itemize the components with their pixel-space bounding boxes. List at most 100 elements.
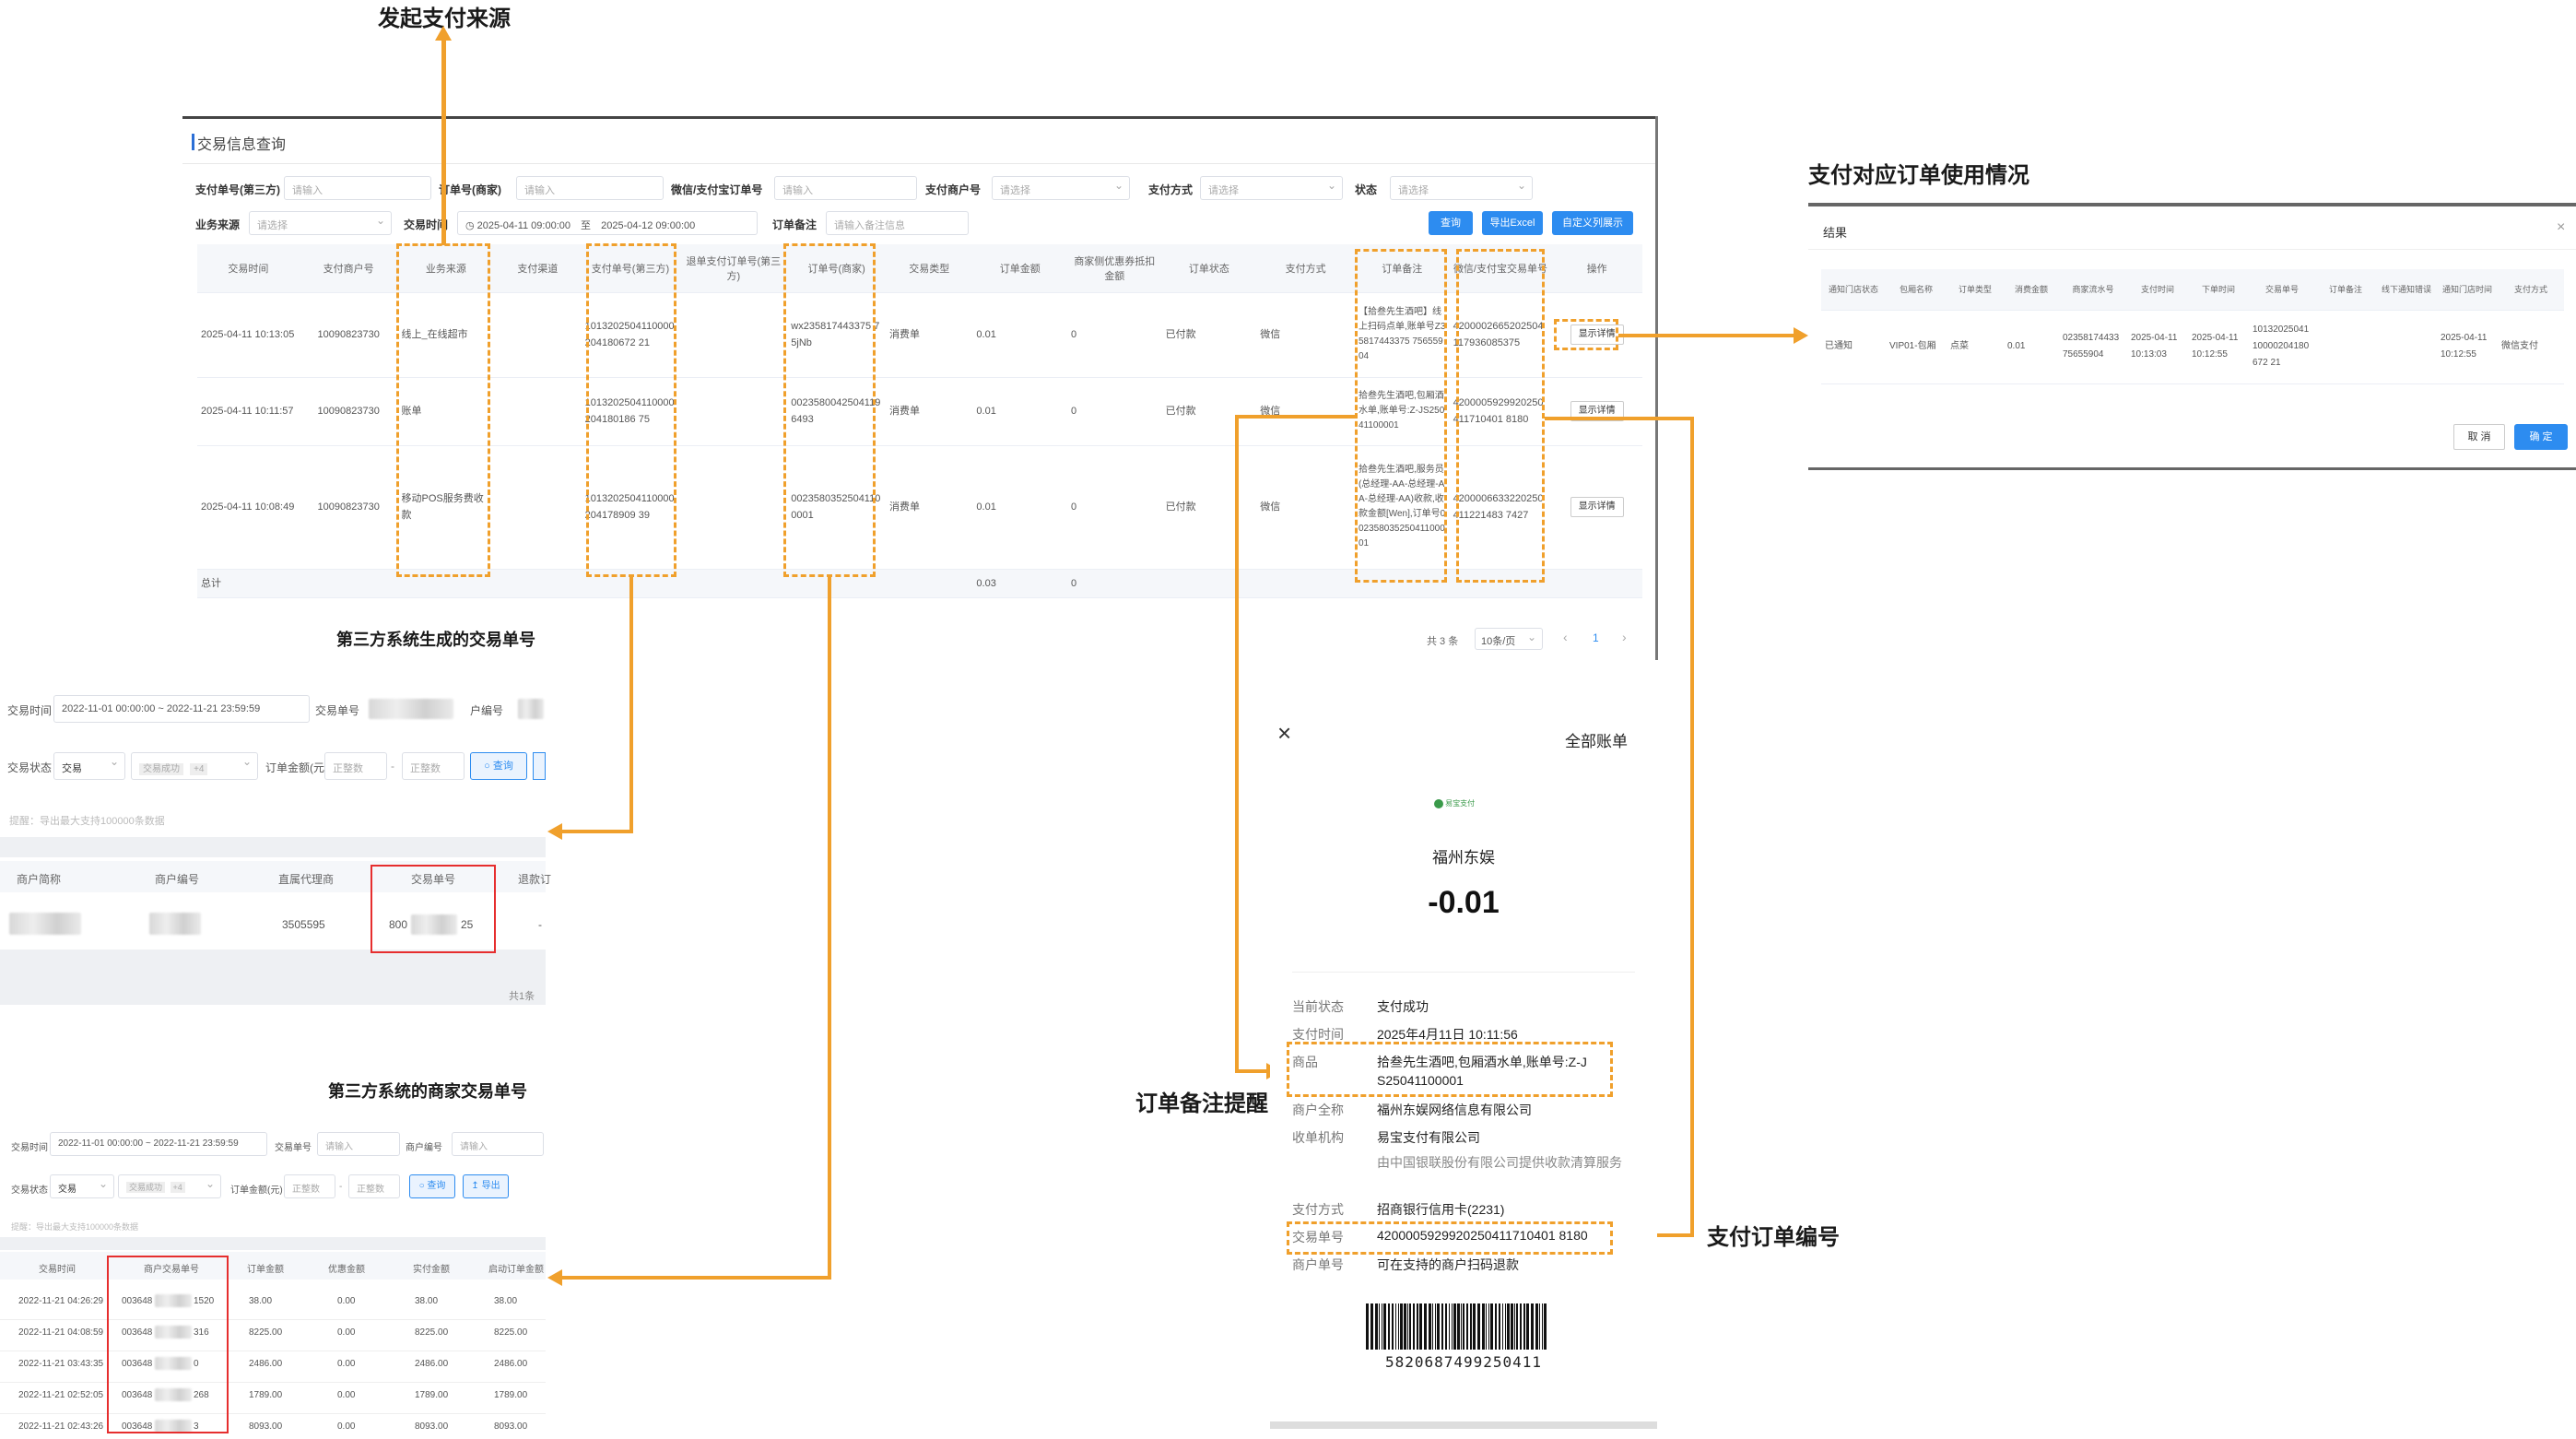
all-bills-link[interactable]: 全部账单 <box>1565 728 1628 751</box>
tp2-amount-sep: - <box>339 1182 343 1192</box>
merchant-select[interactable]: 请选择 <box>992 176 1130 200</box>
wx-no-input[interactable]: 请输入 <box>774 176 917 200</box>
barcode-bar <box>1544 1303 1547 1350</box>
connector-remark-h2 <box>1235 1069 1266 1073</box>
tp2-query-button[interactable]: ○ 查询 <box>409 1174 455 1198</box>
tp2-time-label: 交易时间 <box>11 1143 48 1153</box>
tp2-amount-min[interactable]: 正整数 <box>284 1174 335 1198</box>
col-header: 通知门店时间 <box>2437 269 2498 311</box>
order-no-input[interactable]: 请输入 <box>516 176 664 200</box>
col-header: 直属代理商 <box>278 873 335 886</box>
field-value: 2025年4月11日 10:11:56 <box>1377 1027 1518 1042</box>
pay-method-select[interactable]: 请选择 <box>1200 176 1343 200</box>
cell-paid: 38.00 <box>415 1296 439 1306</box>
status-select[interactable]: 请选择 <box>1390 176 1533 200</box>
cell-start-amount: 2486.00 <box>494 1359 528 1369</box>
third-party-merchant-panel: 交易时间 2022-11-01 00:00:00 ~ 2022-11-21 23… <box>0 1106 546 1439</box>
remark-input[interactable]: 请输入备注信息 <box>826 211 969 235</box>
barcode-bar <box>1375 1303 1378 1350</box>
barcode-bar <box>1461 1303 1462 1350</box>
cell-start-amount: 1789.00 <box>494 1390 528 1400</box>
tp2-type-select[interactable]: 交易成功 +4 <box>118 1174 221 1198</box>
result-header: 通知门店状态 包厢名称 订单类型 消费金额 商家流水号 支付时间 下单时间 交易… <box>1821 269 2564 311</box>
tp1-refund-cell: - <box>538 918 542 931</box>
close-icon[interactable]: × <box>1277 721 1291 745</box>
col-header: 优惠金额 <box>328 1265 365 1275</box>
page-size-select[interactable]: 10条/页 <box>1475 628 1543 650</box>
barcode-bar <box>1413 1303 1415 1350</box>
col-header: 订单金额 <box>972 244 1068 293</box>
cell-method: 微信 <box>1256 292 1355 378</box>
tp1-merchant-id-blurred <box>149 913 201 935</box>
merchant-label: 支付商户号 <box>925 183 982 196</box>
barcode-bar <box>1409 1303 1411 1350</box>
define-columns-button[interactable]: 自定义列展示 <box>1552 211 1633 235</box>
export-excel-button[interactable]: 导出Excel <box>1482 211 1543 235</box>
close-icon[interactable]: × <box>2557 219 2565 236</box>
connector-orderno-h <box>562 1276 831 1280</box>
tp2-export-button[interactable]: ↥ 导出 <box>463 1174 509 1198</box>
cell-refund <box>679 292 788 378</box>
highlight-payno-column <box>586 243 676 577</box>
col-header: 支付渠道 <box>494 244 582 293</box>
show-detail-button[interactable]: 显示详情 <box>1570 497 1624 517</box>
tp1-export-button[interactable] <box>533 752 546 780</box>
ok-button[interactable]: 确 定 <box>2514 424 2568 450</box>
barcode-bar <box>1388 1303 1390 1350</box>
barcode-bar <box>1453 1303 1456 1350</box>
field-value: 福州东娱网络信息有限公司 <box>1377 1103 1532 1117</box>
source-select[interactable]: 请选择 <box>249 211 392 235</box>
barcode-bar <box>1531 1303 1534 1350</box>
tp2-amount-label: 订单金额(元) <box>230 1185 283 1196</box>
tp2-time-input[interactable]: 2022-11-01 00:00:00 ~ 2022-11-21 23:59:5… <box>50 1132 267 1156</box>
tp1-amount-min[interactable]: 正整数 <box>324 752 387 780</box>
barcode-bar <box>1516 1303 1518 1350</box>
cancel-button[interactable]: 取 消 <box>2453 424 2505 450</box>
cell-time: 2022-11-21 03:43:35 <box>18 1359 104 1369</box>
cell-discount: 0.00 <box>337 1421 356 1432</box>
col-header: 支付方式 <box>1256 244 1355 293</box>
tp1-amount-max[interactable]: 正整数 <box>402 752 465 780</box>
tp2-merchant-no-highlight <box>107 1256 229 1433</box>
page-number[interactable]: 1 <box>1593 631 1599 644</box>
barcode-bar <box>1463 1303 1464 1350</box>
tp1-type-select[interactable]: 交易成功 +4 <box>131 752 258 780</box>
cell-discount: 0.00 <box>337 1296 356 1306</box>
cell-merchant: 10090823730 <box>299 292 398 378</box>
cell-amount: 38.00 <box>249 1296 273 1306</box>
title-accent <box>192 134 194 150</box>
cell-paid: 2486.00 <box>415 1359 449 1369</box>
cell-paid: 1789.00 <box>415 1390 449 1400</box>
pager-count: 共 3 条 <box>1427 636 1459 647</box>
tp2-merchant-input[interactable]: 请输入 <box>452 1132 544 1156</box>
barcode-bar <box>1441 1303 1443 1350</box>
tp1-merchant-blurred <box>518 699 544 719</box>
cell-refund <box>679 445 788 570</box>
prev-page-button[interactable]: ‹ <box>1563 630 1568 644</box>
tp1-status-select[interactable]: 交易 <box>53 752 125 780</box>
tp1-time-input[interactable]: 2022-11-01 00:00:00 ~ 2022-11-21 23:59:5… <box>53 695 310 723</box>
barcode-bar <box>1383 1303 1386 1350</box>
order-no-label: 订单号(商家) <box>439 183 501 196</box>
barcode-bar <box>1429 1303 1431 1350</box>
cell-discount: 0 <box>1067 377 1162 446</box>
connector-source <box>441 37 446 245</box>
cell: 2025-04-11 10:12:55 <box>2437 310 2498 384</box>
field-value: 易宝支付有限公司 <box>1377 1130 1480 1145</box>
col-header: 下单时间 <box>2188 269 2249 311</box>
query-button[interactable]: 查询 <box>1429 211 1473 235</box>
tp1-amount-label: 订单金额(元) <box>265 761 328 774</box>
cell <box>2315 310 2376 384</box>
tp1-query-button[interactable]: ○ 查询 <box>470 752 527 780</box>
pay-no-input[interactable]: 请输入 <box>284 176 431 200</box>
tp2-tradeno-input[interactable]: 请输入 <box>317 1132 400 1156</box>
tp2-type-count: +4 <box>170 1182 185 1193</box>
tp2-status-select[interactable]: 交易 <box>50 1174 114 1198</box>
total-discount: 0 <box>1067 569 1162 598</box>
cell-paid: 8093.00 <box>415 1421 449 1432</box>
cell-action: 显示详情 <box>1551 377 1642 446</box>
tp2-amount-max[interactable]: 正整数 <box>348 1174 400 1198</box>
time-range-input[interactable]: ◷ 2025-04-11 09:00:00 至 2025-04-12 09:00… <box>457 211 758 235</box>
next-page-button[interactable]: › <box>1622 630 1627 644</box>
main-scrollbar[interactable] <box>1655 116 1658 660</box>
